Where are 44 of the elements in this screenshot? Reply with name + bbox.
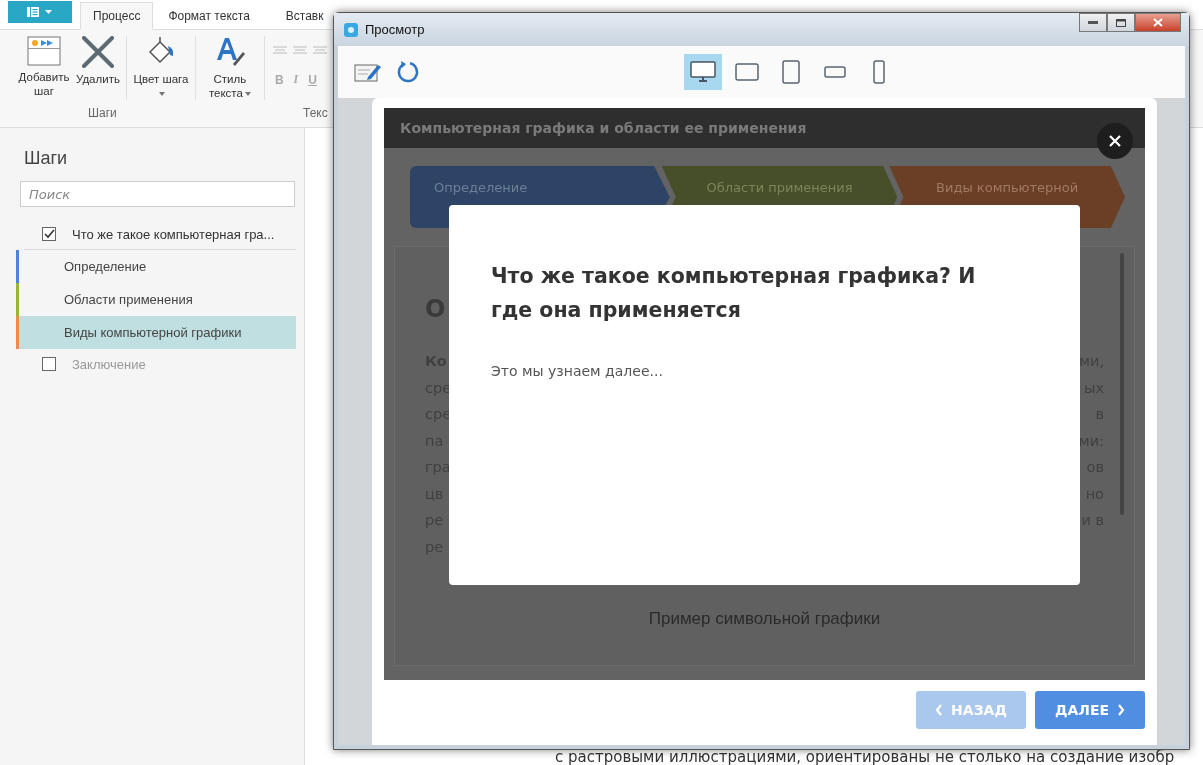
menu-icon	[25, 6, 55, 18]
sub-step-item[interactable]: Виды компьютерной графики	[16, 316, 296, 349]
step-item[interactable]: Что же такое компьютерная гра...	[24, 219, 296, 250]
chevron-left-icon	[935, 704, 944, 716]
checkbox[interactable]	[42, 227, 56, 241]
delete-x-icon	[80, 36, 115, 68]
ribbon-button[interactable]: Добавить шаг	[14, 36, 74, 98]
close-icon	[1108, 134, 1122, 148]
lesson-title: Компьютерная графика и области ее применения	[400, 120, 807, 136]
add-step-icon	[27, 36, 61, 66]
ribbon-button[interactable]: Удалить	[74, 36, 122, 86]
ribbon-tab[interactable]: Процесс	[80, 2, 154, 30]
window-title: Просмотр	[365, 22, 425, 37]
search-field[interactable]: Поиск	[20, 181, 295, 207]
ribbon-button[interactable]: Стиль текста	[199, 36, 260, 100]
maximize-button[interactable]	[1107, 13, 1135, 32]
group-label: Текс	[303, 106, 328, 120]
phone-icon	[872, 60, 886, 84]
refresh-icon[interactable]	[396, 60, 420, 84]
ribbon-tab[interactable]: Вставк	[272, 2, 327, 30]
ribbon-tab[interactable]: Формат текста	[155, 2, 263, 30]
phone-icon	[824, 65, 846, 79]
monitor-icon	[690, 61, 716, 83]
close-button[interactable]	[1097, 123, 1133, 159]
chevron-right-icon	[1117, 704, 1126, 716]
modal-title: Что же такое компьютерная графика? И где она применяется	[491, 263, 977, 324]
app-icon	[344, 22, 358, 37]
checkbox[interactable]	[42, 357, 56, 371]
edit-icon[interactable]	[354, 61, 382, 83]
app-menu-button[interactable]	[8, 1, 72, 23]
panel-title: Шаги	[24, 148, 69, 169]
tablet-icon	[735, 62, 759, 82]
tablet-icon	[782, 60, 800, 84]
modal-text: Это мы узнаем далее...	[491, 363, 664, 379]
document-text: с растровыми иллюстрациями, ориентированы не столько на создание изобр	[555, 748, 1175, 765]
sub-step-item[interactable]: Определение	[16, 250, 296, 283]
maximize-icon	[1116, 18, 1126, 27]
close-icon	[1153, 18, 1163, 27]
ribbon-button[interactable]: Цвет шага	[130, 36, 191, 100]
device-button[interactable]	[684, 54, 722, 90]
group-label: Шаги	[88, 106, 117, 120]
minimize-icon	[1088, 20, 1098, 25]
minimize-button[interactable]	[1079, 13, 1107, 32]
sub-step-item[interactable]: Области применения	[16, 283, 296, 316]
